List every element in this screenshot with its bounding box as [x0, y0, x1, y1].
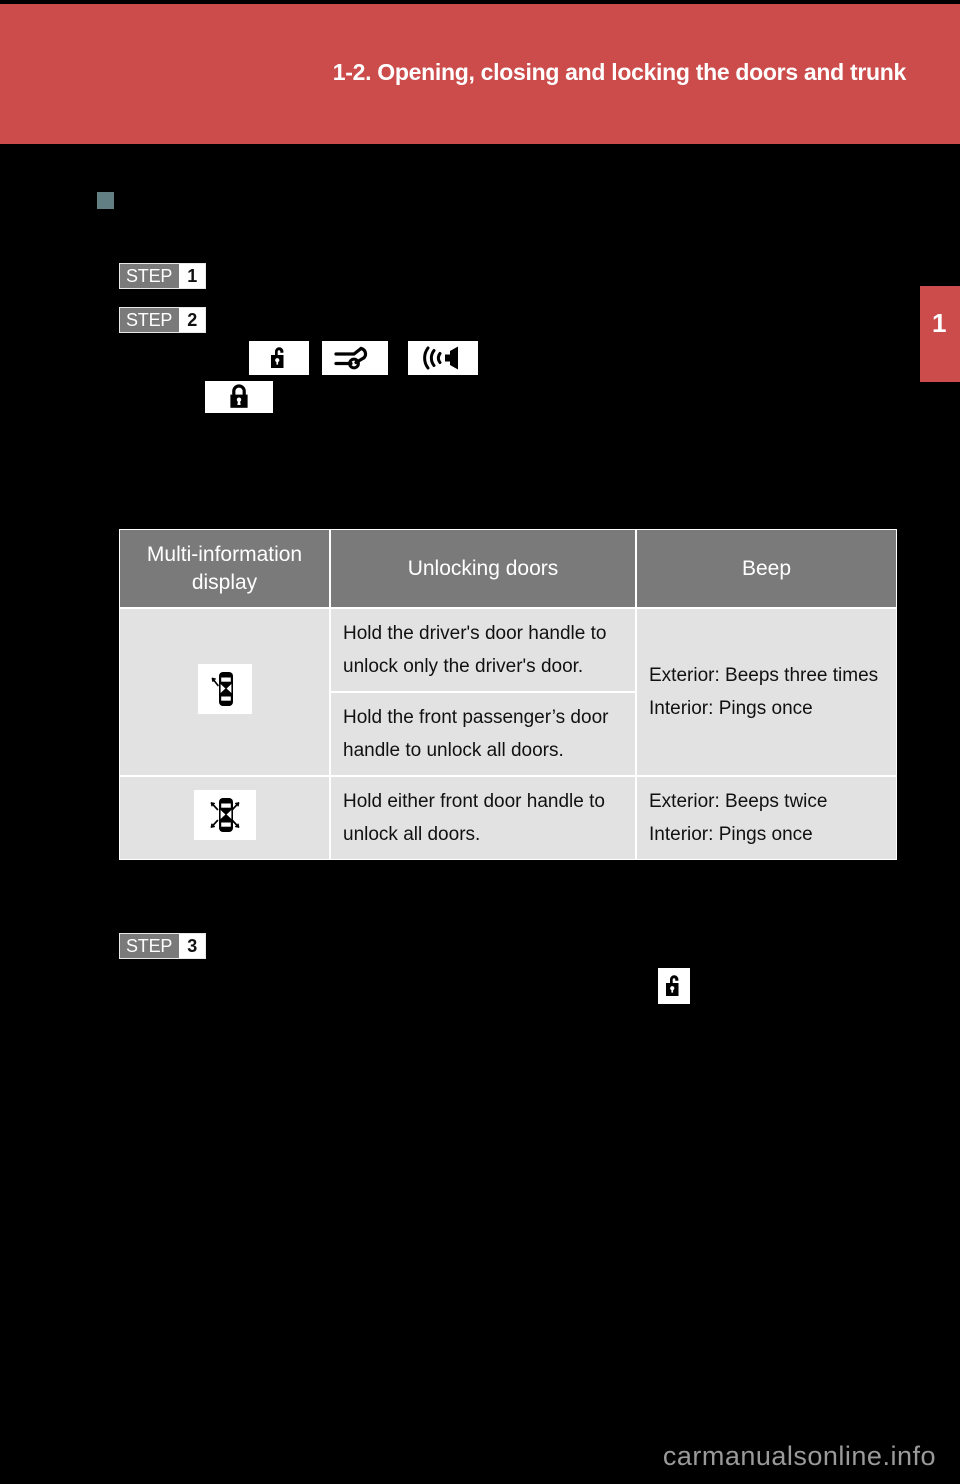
step-3-badge: STEP 3	[119, 933, 207, 959]
chapter-tab-number: 1	[932, 308, 947, 338]
step-2-badge: STEP 2	[119, 307, 207, 333]
table-cell-beep: Exterior: Beeps three times Interior: Pi…	[636, 608, 897, 776]
unlock-icon	[249, 341, 309, 375]
step-1-badge: STEP 1	[119, 263, 207, 289]
car-driver-door-unlock-icon	[197, 664, 252, 714]
step-2-label: STEP	[120, 308, 180, 332]
car-all-doors-unlock-icon	[193, 790, 256, 840]
key-trunk-icon	[322, 341, 388, 375]
step-3-number: 3	[179, 934, 206, 958]
table-cell-action: Hold the driver's door handle to unlock …	[330, 608, 636, 692]
lock-icon	[205, 381, 273, 413]
table-cell-beep: Exterior: Beeps twice Interior: Pings on…	[636, 776, 897, 860]
watermark: carmanualsonline.info	[662, 1441, 936, 1471]
table-cell-action: Hold the front passenger’s door handle t…	[330, 692, 636, 776]
table-row: Hold the driver's door handle to unlock …	[119, 608, 897, 776]
table-cell-action: Hold either front door handle to unlock …	[330, 776, 636, 860]
car-driver-door-unlock-icon-cell	[119, 608, 330, 776]
table-header-display: Multi-information display	[119, 529, 330, 608]
step-3-label: STEP	[120, 934, 180, 958]
table-body: Hold the driver's door handle to unlock …	[119, 608, 897, 860]
chapter-tab: 1	[920, 286, 960, 382]
sound-icon	[408, 341, 478, 375]
table-header-beep: Beep	[636, 529, 897, 608]
step-1-label: STEP	[120, 264, 180, 288]
section-bullet-square-icon	[97, 192, 114, 209]
table-row: Hold either front door handle to unlock …	[119, 776, 897, 860]
table-header-row: Multi-information display Unlocking door…	[119, 529, 897, 608]
table-header-unlocking-doors: Unlocking doors	[330, 529, 636, 608]
page-title: 1-2. Opening, closing and locking the do…	[332, 59, 907, 85]
multi-information-display-table: Multi-information display Unlocking door…	[119, 529, 897, 860]
table-header: Multi-information display Unlocking door…	[119, 529, 897, 608]
unlock-icon	[658, 968, 690, 1004]
page-header-banner: 1-2. Opening, closing and locking the do…	[0, 4, 960, 144]
step-2-number: 2	[179, 308, 206, 332]
step-1-number: 1	[179, 264, 206, 288]
car-all-doors-unlock-icon-cell	[119, 776, 330, 860]
